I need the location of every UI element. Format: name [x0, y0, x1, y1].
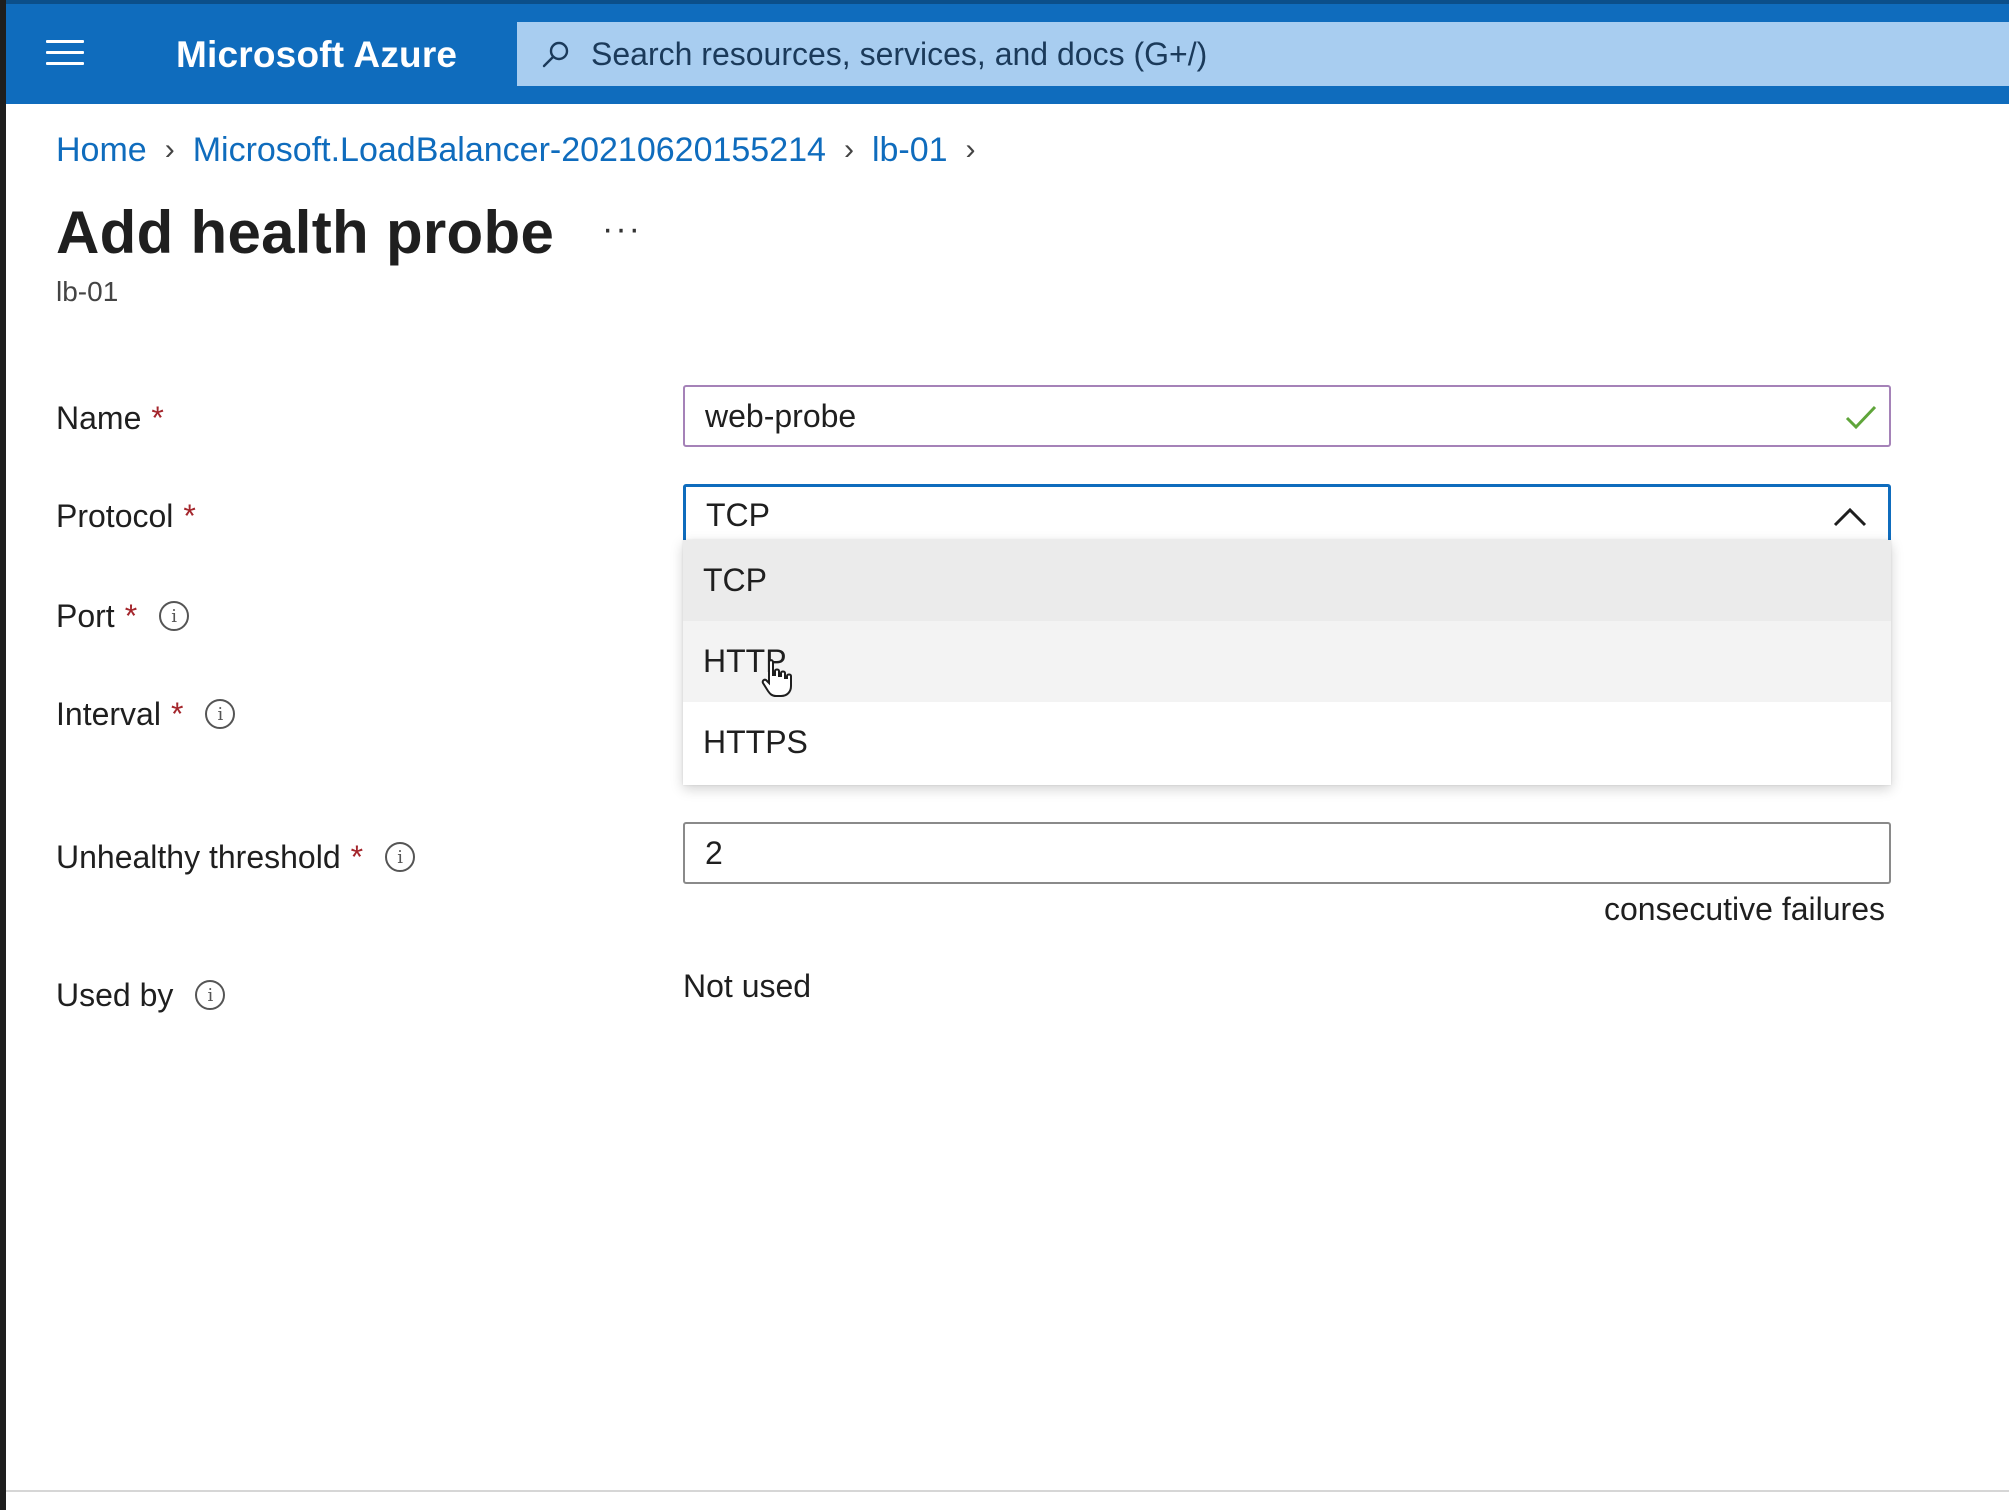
required-asterisk: * [170, 695, 184, 732]
protocol-label: Protocol * [56, 494, 196, 538]
interval-label: Interval * i [56, 692, 236, 736]
name-label: Name * [56, 396, 164, 440]
unhealthy-threshold-label: Unhealthy threshold * i [56, 835, 416, 879]
search-icon [542, 41, 569, 68]
brand-title[interactable]: Microsoft Azure [176, 34, 457, 76]
portal-menu-icon[interactable] [46, 40, 84, 70]
port-label: Port * i [56, 594, 190, 638]
top-navigation-bar: Microsoft Azure [6, 0, 2009, 104]
name-label-text: Name [56, 399, 142, 436]
used-by-label-text: Used by [56, 976, 174, 1013]
breadcrumb: Home › Microsoft.LoadBalancer-2021062015… [56, 128, 994, 172]
valid-check-icon [1845, 405, 1877, 430]
required-asterisk: * [350, 838, 364, 875]
unhealthy-threshold-hint: consecutive failures [1603, 891, 1885, 927]
unhealthy-threshold-label-text: Unhealthy threshold [56, 838, 341, 875]
unhealthy-threshold-field[interactable]: 2 [683, 822, 1891, 884]
azure-portal-window: Microsoft Azure Home › Microsoft.LoadBal… [6, 0, 2009, 1510]
breadcrumb-home[interactable]: Home [56, 131, 147, 170]
page-title: Add health probe [56, 199, 555, 266]
protocol-label-text: Protocol [56, 497, 174, 534]
protocol-select[interactable]: TCP [683, 484, 1891, 546]
chevron-right-icon: › [843, 133, 854, 166]
global-search[interactable] [517, 22, 2009, 86]
required-asterisk: * [183, 497, 196, 534]
info-icon[interactable]: i [159, 601, 190, 631]
chevron-up-icon[interactable] [1832, 505, 1868, 529]
info-icon[interactable]: i [205, 699, 236, 729]
info-icon[interactable]: i [385, 842, 416, 872]
chevron-right-icon: › [164, 133, 175, 166]
info-icon[interactable]: i [195, 980, 226, 1010]
used-by-value: Not used [683, 968, 812, 1004]
interval-label-text: Interval [56, 695, 161, 732]
search-input[interactable] [591, 35, 1491, 73]
unhealthy-threshold-value: 2 [705, 834, 723, 871]
hand-pointer-icon [761, 659, 792, 697]
protocol-option-http[interactable]: HTTP [683, 621, 1891, 702]
page-subtitle: lb-01 [56, 276, 119, 307]
port-label-text: Port [56, 597, 115, 634]
required-asterisk: * [124, 597, 138, 634]
breadcrumb-resource-group[interactable]: Microsoft.LoadBalancer-20210620155214 [193, 131, 826, 170]
more-options-button[interactable]: ··· [602, 210, 642, 249]
protocol-option-https[interactable]: HTTPS [683, 702, 1891, 783]
footer-divider [6, 1490, 2009, 1492]
name-field-value: web-probe [705, 397, 857, 434]
chevron-right-icon: › [965, 133, 976, 166]
protocol-dropdown-list: TCP HTTP HTTPS [683, 540, 1891, 785]
used-by-label: Used by i [56, 973, 226, 1017]
protocol-selected-value: TCP [706, 496, 770, 533]
name-field[interactable]: web-probe [683, 385, 1891, 447]
protocol-option-tcp[interactable]: TCP [683, 540, 1891, 621]
required-asterisk: * [151, 399, 164, 436]
breadcrumb-load-balancer[interactable]: lb-01 [872, 131, 948, 170]
